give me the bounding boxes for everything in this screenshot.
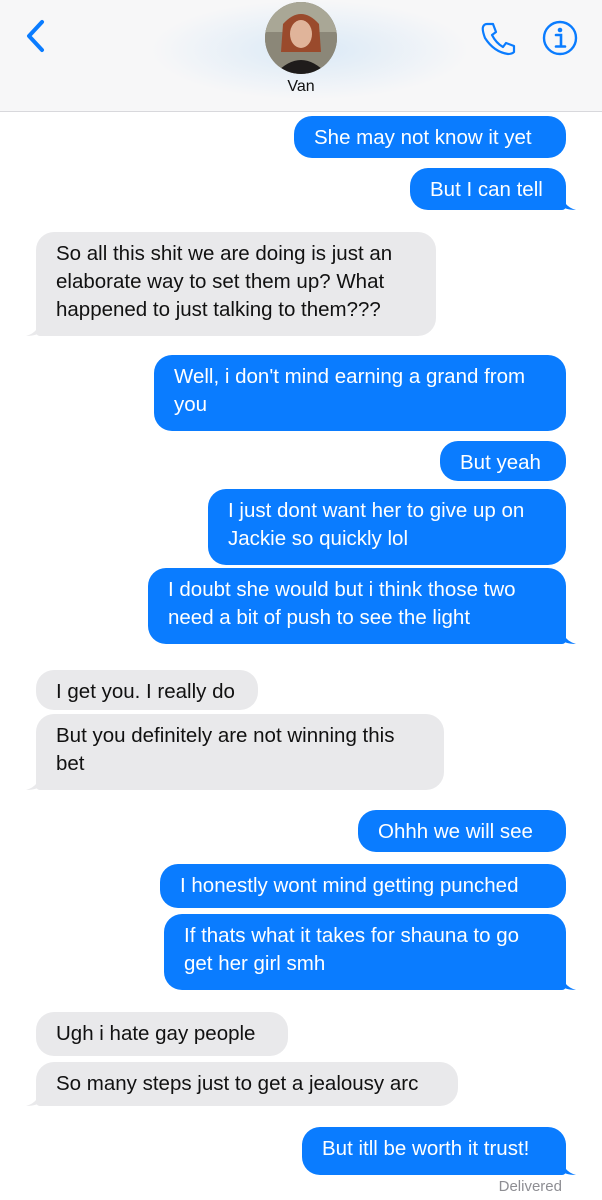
outgoing-message-bubble[interactable]: Ohhh we will see <box>358 810 566 852</box>
message-text-line: But you definitely are not winning this <box>56 724 395 747</box>
outgoing-message-bubble[interactable]: She may not know it yet <box>294 116 566 158</box>
contact-name[interactable]: Van <box>0 78 602 96</box>
message-text-line: bet <box>56 752 85 775</box>
phone-icon <box>481 22 516 56</box>
bubble-tail <box>26 318 44 336</box>
message-text-line: But yeah <box>460 451 541 474</box>
outgoing-message-bubble[interactable]: I doubt she would but i think those two n… <box>148 568 566 644</box>
incoming-message-bubble[interactable]: So many steps just to get a jealousy arc <box>36 1062 458 1106</box>
bubble-tail <box>558 192 576 210</box>
message-text-line: But I can tell <box>430 178 543 201</box>
message-text-line: Ohhh we will see <box>378 820 533 843</box>
message-text-line: I honestly wont mind getting punched <box>180 874 519 897</box>
message-text-line: So all this shit we are doing is just an <box>56 242 393 265</box>
incoming-message-bubble[interactable]: I get you. I really do <box>36 670 258 710</box>
outgoing-message-bubble[interactable]: But yeah <box>440 441 566 481</box>
info-button[interactable] <box>540 18 580 58</box>
incoming-message-bubble[interactable]: Ugh i hate gay people <box>36 1012 288 1056</box>
bubble-tail <box>26 1088 44 1106</box>
outgoing-message-bubble[interactable]: But itll be worth it trust! <box>302 1127 566 1175</box>
message-text-line: So many steps just to get a jealousy arc <box>56 1072 419 1095</box>
message-text-line: Jackie so quickly lol <box>228 527 409 550</box>
bubble-tail <box>558 1157 576 1175</box>
chevron-left-icon <box>27 20 44 52</box>
outgoing-message-bubble[interactable]: Well, i don't mind earning a grand from y… <box>154 355 566 431</box>
avatar-photo <box>265 2 337 74</box>
message-text-line: Ugh i hate gay people <box>56 1022 256 1045</box>
bubble-tail <box>26 772 44 790</box>
message-text-line: I doubt she would but i think those two <box>168 578 516 601</box>
message-text-line: Well, i don't mind earning a grand from <box>174 365 526 388</box>
conversation-header: Van <box>0 0 602 112</box>
call-button[interactable] <box>478 20 518 56</box>
message-text-line: happened to just talking to them??? <box>56 298 381 321</box>
incoming-message-bubble[interactable]: So all this shit we are doing is just an… <box>36 232 436 336</box>
message-text-line: you <box>174 393 208 416</box>
message-text-line: get her girl smh <box>184 952 326 975</box>
message-text-line: I just dont want her to give up on <box>228 499 525 522</box>
bubble-tail <box>558 626 576 644</box>
outgoing-message-bubble[interactable]: I honestly wont mind getting punched <box>160 864 566 908</box>
message-text-line: She may not know it yet <box>314 126 532 149</box>
avatar[interactable] <box>265 2 337 74</box>
outgoing-message-bubble[interactable]: If thats what it takes for shauna to go g… <box>164 914 566 990</box>
back-button[interactable] <box>20 16 52 56</box>
message-text-line: If thats what it takes for shauna to go <box>184 924 520 947</box>
outgoing-message-bubble[interactable]: But I can tell <box>410 168 566 210</box>
message-text-line: need a bit of push to see the light <box>168 606 471 629</box>
incoming-message-bubble[interactable]: But you definitely are not winning this b… <box>36 714 444 790</box>
bubble-tail <box>558 972 576 990</box>
message-text-line: But itll be worth it trust! <box>322 1137 530 1160</box>
message-text-line: elaborate way to set them up? What <box>56 270 385 293</box>
message-text-line: I get you. I really do <box>56 680 235 703</box>
info-icon <box>542 20 578 56</box>
outgoing-message-bubble[interactable]: I just dont want her to give up on Jackie… <box>208 489 566 565</box>
delivered-status: Delivered <box>498 1178 562 1195</box>
